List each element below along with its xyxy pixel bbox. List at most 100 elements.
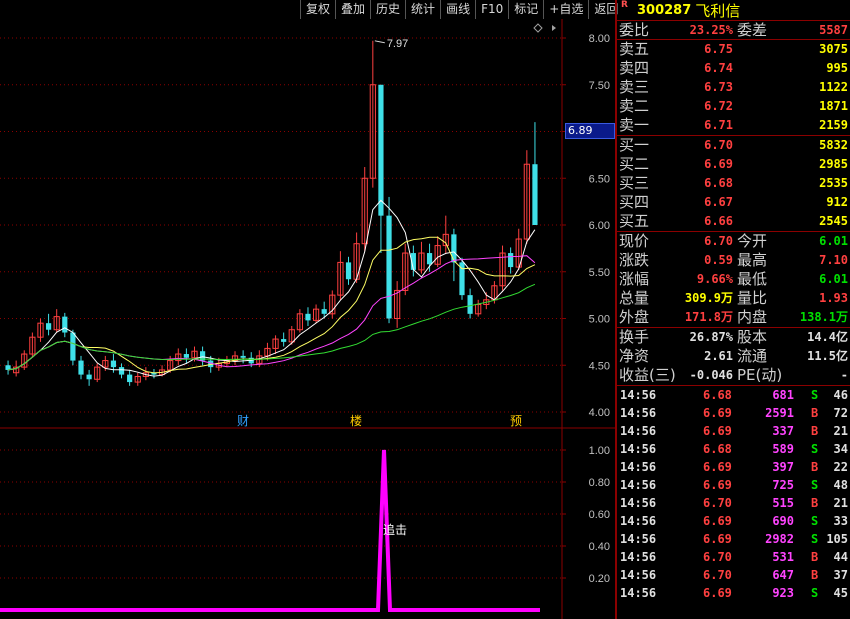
toolbar-button[interactable]: 复权 — [300, 0, 335, 19]
candle[interactable] — [459, 257, 465, 300]
candle[interactable] — [353, 232, 360, 283]
level-qty: 2985 — [819, 157, 848, 171]
tick-row[interactable]: 14:56 6.70 647 B 37 — [617, 566, 850, 584]
candle[interactable] — [296, 309, 303, 333]
tick-side: S — [811, 478, 819, 492]
toolbar-button[interactable]: 统计 — [405, 0, 440, 19]
candle[interactable] — [127, 369, 133, 386]
bid-level[interactable]: 买五 6.66 2545 — [617, 212, 850, 231]
tick-count: 21 — [833, 496, 848, 510]
fund-label: 换手 — [619, 328, 650, 346]
candle[interactable] — [134, 372, 141, 386]
candle[interactable] — [508, 247, 514, 274]
candle[interactable] — [231, 351, 239, 366]
candle[interactable] — [37, 318, 44, 342]
signal-line[interactable] — [0, 449, 540, 612]
candle[interactable] — [434, 236, 441, 268]
bid-level[interactable]: 买三 6.68 2535 — [617, 174, 850, 193]
quote-row: 现价 6.70 今开 6.01 — [617, 232, 850, 251]
tick-row[interactable]: 14:56 6.69 337 B 21 — [617, 422, 850, 440]
event-marker[interactable]: 财 — [237, 414, 249, 428]
candle[interactable] — [281, 332, 287, 347]
candle[interactable] — [394, 281, 401, 328]
tick-row[interactable]: 14:56 6.69 397 B 22 — [617, 458, 850, 476]
tick-row[interactable]: 14:56 6.69 2591 B 72 — [617, 404, 850, 422]
candle[interactable] — [475, 299, 482, 317]
ask-level[interactable]: 卖五 6.75 3075 — [617, 40, 850, 59]
candle[interactable] — [288, 325, 295, 345]
candlestick-series[interactable] — [5, 40, 538, 386]
candle[interactable] — [21, 350, 28, 370]
candle[interactable] — [369, 40, 376, 188]
event-marker[interactable]: 预 — [510, 414, 522, 428]
candle[interactable] — [418, 241, 425, 274]
chart-toolbar: 复权 叠加 历史 统计 画线 F10 标记 +自选 返回 — [300, 0, 623, 19]
tick-row[interactable]: 14:56 6.68 589 S 34 — [617, 440, 850, 458]
tick-row[interactable]: 14:56 6.69 690 S 33 — [617, 512, 850, 530]
candle[interactable] — [329, 290, 336, 319]
candle[interactable] — [386, 196, 392, 324]
ask-level[interactable]: 卖一 6.71 2159 — [617, 116, 850, 135]
fund-value: 14.4亿 — [807, 330, 848, 344]
candle[interactable] — [175, 348, 182, 366]
candle[interactable] — [532, 122, 538, 225]
candle[interactable] — [62, 312, 68, 338]
candle[interactable] — [523, 150, 530, 244]
toolbar-button[interactable]: 画线 — [440, 0, 475, 19]
tick-row[interactable]: 14:56 6.69 725 S 48 — [617, 476, 850, 494]
diamond-icon[interactable] — [533, 23, 543, 33]
candle[interactable] — [118, 363, 125, 379]
candle[interactable] — [378, 84, 384, 254]
candle[interactable] — [272, 335, 279, 355]
candle[interactable] — [467, 288, 473, 319]
quote-value: 138.1万 — [799, 310, 848, 324]
bid-level[interactable]: 买四 6.67 912 — [617, 193, 850, 212]
candle[interactable] — [199, 346, 206, 366]
tick-row[interactable]: 14:56 6.69 923 S 45 — [617, 584, 850, 602]
toolbar-button[interactable]: 标记 — [508, 0, 543, 19]
tick-list[interactable]: 14:56 6.68 681 S 46 14:56 6.69 2591 B 72 14:56 6.69… — [617, 386, 850, 602]
candle[interactable] — [183, 348, 189, 364]
toolbar-button[interactable]: F10 — [475, 0, 508, 19]
candle[interactable] — [499, 245, 506, 291]
candle[interactable] — [94, 363, 101, 383]
ask-level[interactable]: 卖四 6.74 995 — [617, 59, 850, 78]
candle[interactable] — [312, 304, 320, 324]
candle[interactable] — [337, 251, 344, 300]
candle[interactable] — [361, 167, 368, 252]
event-marker[interactable]: 楼 — [350, 413, 362, 428]
ask-level[interactable]: 卖二 6.72 1871 — [617, 97, 850, 116]
tick-row[interactable]: 14:56 6.70 515 B 21 — [617, 494, 850, 512]
quote-label: 最低 — [737, 270, 768, 288]
toolbar-button[interactable]: 历史 — [370, 0, 405, 19]
kline-chart-area[interactable]: 8.007.507.006.506.005.505.004.504.00 7.9… — [0, 0, 615, 619]
candle[interactable] — [151, 368, 157, 379]
stock-header[interactable]: R 300287 飞利信 — [617, 0, 850, 21]
indicator-panel[interactable]: 1.00 0.80 0.60 0.40 0.20 追击 — [0, 445, 610, 612]
candle[interactable] — [78, 355, 84, 380]
toolbar-button[interactable]: +自选 — [543, 0, 588, 19]
stock-name: 飞利信 — [695, 1, 741, 20]
ask-level[interactable]: 卖三 6.73 1122 — [617, 78, 850, 97]
candle[interactable] — [5, 360, 11, 375]
arrow-icon[interactable] — [552, 25, 556, 31]
candle[interactable] — [305, 307, 311, 326]
level-label: 卖二 — [619, 97, 650, 115]
tick-price: 6.70 — [703, 568, 732, 582]
candle[interactable] — [426, 243, 433, 272]
candle[interactable] — [45, 313, 52, 336]
candle[interactable] — [451, 228, 457, 282]
toolbar-button[interactable]: 叠加 — [335, 0, 370, 19]
level-qty: 1122 — [819, 80, 848, 94]
bid-level[interactable]: 买二 6.69 2985 — [617, 155, 850, 174]
tick-row[interactable]: 14:56 6.70 531 B 44 — [617, 548, 850, 566]
candle[interactable] — [86, 369, 92, 386]
tick-row[interactable]: 14:56 6.68 681 S 46 — [617, 386, 850, 404]
tick-time: 14:56 — [620, 478, 657, 492]
candle[interactable] — [345, 256, 352, 285]
candle[interactable] — [29, 332, 36, 358]
candle[interactable] — [53, 309, 60, 333]
tick-row[interactable]: 14:56 6.69 2982 S 105 — [617, 530, 850, 548]
tick-price: 6.69 — [703, 478, 732, 492]
bid-level[interactable]: 买一 6.70 5832 — [617, 136, 850, 155]
